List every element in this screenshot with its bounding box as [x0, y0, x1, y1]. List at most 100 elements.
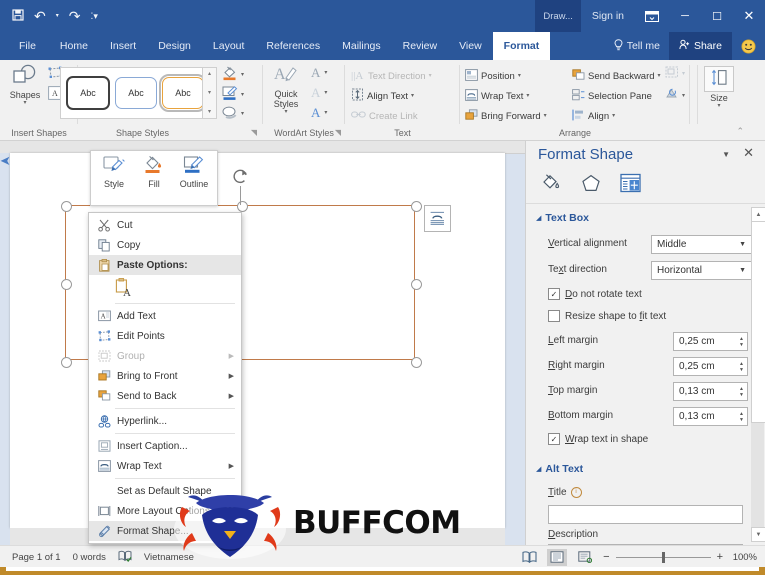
tab-mailings[interactable]: Mailings: [331, 32, 392, 60]
checkbox-resize-shape-to-fit-text[interactable]: Resize shape to fit text: [548, 310, 666, 322]
word-count[interactable]: 0 words: [73, 552, 106, 563]
menu-item-insert-caption[interactable]: Insert Caption...: [89, 436, 241, 456]
send-backward-button[interactable]: Send Backward ▾: [572, 66, 661, 86]
menu-item-wrap-text[interactable]: Wrap Text ▶: [89, 456, 241, 476]
collapse-ribbon-icon[interactable]: ⌃: [736, 126, 744, 137]
pane-options-dropdown-icon[interactable]: ▼: [722, 150, 730, 159]
zoom-slider-thumb[interactable]: [661, 551, 665, 563]
spinner-buttons[interactable]: ▲ ▼: [736, 359, 747, 374]
top-margin-spinner[interactable]: 0,13 cm ▲ ▼: [673, 382, 748, 401]
resize-handle-middle-left[interactable]: [61, 279, 72, 290]
checkbox-box[interactable]: ✓: [548, 433, 560, 445]
scroll-up-icon[interactable]: ▲: [751, 207, 765, 222]
checkbox-do-not-rotate-text[interactable]: ✓ Do not rotate text: [548, 288, 642, 300]
feedback-smiley-icon[interactable]: [732, 32, 765, 60]
align-text-caret-icon[interactable]: ▾: [411, 93, 414, 99]
quick-styles-caret-icon[interactable]: ▾: [284, 109, 287, 115]
wordart-dialog-launcher[interactable]: ◥: [335, 128, 341, 137]
shape-styles-gallery[interactable]: Abc Abc Abc: [60, 67, 212, 119]
bottom-margin-spinner[interactable]: 0,13 cm ▲ ▼: [673, 407, 748, 426]
gallery-more-icon[interactable]: ▾: [208, 106, 211, 118]
format-pane-scrollbar[interactable]: ▲ ▼: [751, 207, 765, 542]
gallery-scroll-down-icon[interactable]: ▾: [208, 87, 211, 99]
shape-effects-caret-icon[interactable]: ▾: [241, 111, 244, 117]
undo-caret-icon[interactable]: ▾: [56, 13, 59, 19]
shape-outline-button[interactable]: ▾: [222, 86, 244, 104]
wordart-quick-styles-button[interactable]: A Quick Styles ▾: [266, 65, 306, 115]
create-link-button[interactable]: Create Link: [351, 106, 418, 126]
rotate-handle-icon[interactable]: [232, 168, 250, 186]
scroll-thumb[interactable]: [751, 221, 765, 423]
menu-item-edit-points[interactable]: Edit Points: [89, 326, 241, 346]
spinner-buttons[interactable]: ▲ ▼: [736, 334, 747, 349]
rotate-objects-caret-icon[interactable]: ▾: [682, 93, 685, 99]
menu-item-add-text[interactable]: A Add Text: [89, 306, 241, 326]
tab-file[interactable]: File: [6, 32, 49, 60]
group-objects-button[interactable]: ▾: [665, 66, 685, 81]
alt-title-input[interactable]: [548, 505, 743, 524]
text-direction-caret-icon[interactable]: ▾: [429, 73, 432, 79]
layout-properties-tab[interactable]: [618, 171, 644, 195]
size-button[interactable]: Size ▾: [699, 66, 739, 109]
right-margin-spinner[interactable]: 0,25 cm ▲ ▼: [673, 357, 748, 376]
effects-tab[interactable]: [578, 171, 604, 195]
chevron-down-icon[interactable]: ▼: [739, 241, 749, 248]
menu-item-hyperlink[interactable]: Hyperlink...: [89, 411, 241, 431]
customize-qat-icon[interactable]: ⁚▾: [90, 11, 97, 21]
info-icon[interactable]: i: [570, 487, 582, 498]
bring-forward-caret-icon[interactable]: ▾: [544, 113, 547, 119]
checkbox-box[interactable]: ✓: [548, 288, 560, 300]
shape-fill-caret-icon[interactable]: ▾: [241, 72, 244, 78]
size-caret-icon[interactable]: ▾: [717, 103, 720, 109]
shape-styles-dialog-launcher[interactable]: ◥: [251, 128, 257, 137]
selection-pane-button[interactable]: Selection Pane: [572, 86, 652, 106]
section-text-box[interactable]: ◢ Text Box: [536, 212, 589, 224]
text-outline-caret-icon[interactable]: ▾: [324, 90, 327, 96]
language-indicator[interactable]: Vietnamese: [144, 552, 194, 563]
chevron-down-icon[interactable]: ▼: [739, 267, 749, 274]
scroll-down-icon[interactable]: ▼: [751, 527, 765, 542]
shapes-caret-icon[interactable]: ▾: [23, 100, 26, 106]
fill-line-tab[interactable]: [538, 171, 564, 195]
menu-item-bring-to-front[interactable]: Bring to Front ▶: [89, 366, 241, 386]
tab-insert[interactable]: Insert: [99, 32, 147, 60]
proofing-icon[interactable]: [118, 550, 132, 565]
paste-keep-text-icon[interactable]: A: [113, 277, 135, 299]
ribbon-display-options-icon[interactable]: [635, 0, 669, 32]
resize-handle-middle-right[interactable]: [411, 279, 422, 290]
left-margin-spinner[interactable]: 0,25 cm ▲ ▼: [673, 332, 748, 351]
shapes-button[interactable]: Shapes ▾: [4, 64, 46, 106]
tab-layout[interactable]: Layout: [202, 32, 256, 60]
bring-forward-button[interactable]: Bring Forward ▾: [465, 106, 547, 126]
draw-tab-overflow[interactable]: Draw...: [535, 0, 581, 32]
menu-item-copy[interactable]: Copy: [89, 235, 241, 255]
wrap-text-button[interactable]: Wrap Text ▾: [465, 86, 529, 106]
tab-review[interactable]: Review: [392, 32, 448, 60]
group-objects-caret-icon[interactable]: ▾: [682, 71, 685, 77]
rotate-objects-button[interactable]: ▾: [665, 88, 685, 103]
sign-in-button[interactable]: Sign in: [581, 0, 635, 32]
position-button[interactable]: Position ▾: [465, 66, 521, 86]
position-caret-icon[interactable]: ▾: [518, 73, 521, 79]
shape-style-swatch-1[interactable]: Abc: [66, 76, 110, 110]
shape-style-swatch-3[interactable]: Abc: [159, 74, 207, 112]
tab-home[interactable]: Home: [49, 32, 99, 60]
print-layout-icon[interactable]: [547, 548, 568, 566]
maximize-button[interactable]: ☐: [701, 0, 733, 32]
checkbox-wrap-text-in-shape[interactable]: ✓ Wrap text in shape: [548, 433, 648, 445]
gallery-scroll-up-icon[interactable]: ▴: [208, 68, 211, 80]
tell-me-button[interactable]: Tell me: [605, 32, 669, 60]
shape-fill-button[interactable]: ▾: [222, 66, 244, 84]
resize-handle-bottom-left[interactable]: [61, 357, 72, 368]
tab-view[interactable]: View: [448, 32, 493, 60]
align-button[interactable]: Align ▾: [572, 106, 615, 126]
resize-handle-top-left[interactable]: [61, 201, 72, 212]
share-button[interactable]: Share: [668, 32, 732, 60]
tab-references[interactable]: References: [255, 32, 331, 60]
text-fill-caret-icon[interactable]: ▾: [324, 70, 327, 76]
resize-handle-bottom-right[interactable]: [411, 357, 422, 368]
wrap-text-caret-icon[interactable]: ▾: [526, 93, 529, 99]
scroll-track[interactable]: [751, 422, 764, 529]
redo-icon[interactable]: ↷: [69, 9, 81, 23]
spinner-buttons[interactable]: ▲ ▼: [736, 409, 747, 424]
